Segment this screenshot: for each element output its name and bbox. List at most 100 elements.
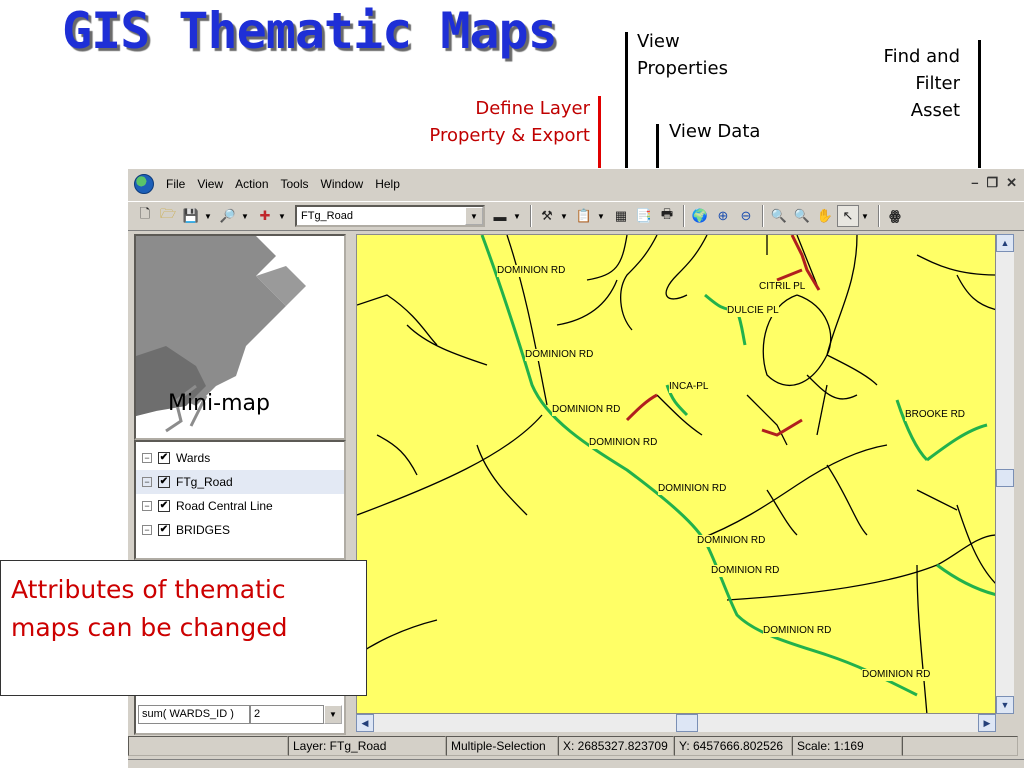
road-label: INCA-PL: [669, 381, 709, 393]
layer-checkbox[interactable]: ✔: [158, 500, 170, 512]
map-vertical-scrollbar[interactable]: ▲ ▼: [996, 234, 1014, 714]
magnify-icon[interactable]: 🔍: [768, 205, 790, 227]
status-layer: Layer: FTg_Road: [288, 736, 446, 756]
status-x-coordinate: X: 2685327.823709: [558, 736, 674, 756]
chevron-down-icon[interactable]: ▼: [465, 207, 483, 225]
menu-window[interactable]: Window: [315, 177, 370, 191]
tree-expand-icon[interactable]: −: [142, 477, 152, 487]
tree-expand-icon[interactable]: −: [142, 453, 152, 463]
chevron-down-icon[interactable]: ▼: [324, 705, 342, 724]
horizontal-scroll-thumb[interactable]: [676, 714, 698, 732]
status-y-coordinate: Y: 6457666.802526: [674, 736, 792, 756]
road-label: DOMINION RD: [552, 404, 621, 416]
road-label: DOMINION RD: [589, 437, 658, 449]
view-properties-icon[interactable]: 📋: [573, 205, 595, 227]
status-extra: [902, 736, 1018, 756]
pan-hand-icon[interactable]: ✋: [814, 205, 836, 227]
view-data-annotation: View Data: [669, 121, 761, 142]
road-label: DOMINION RD: [763, 625, 832, 637]
scroll-down-icon[interactable]: ▼: [996, 696, 1014, 714]
zoom-in-icon[interactable]: ⊕: [712, 205, 734, 227]
road-label: DOMINION RD: [497, 265, 566, 277]
zoom-out-icon[interactable]: ⊖: [735, 205, 757, 227]
map-horizontal-scrollbar[interactable]: ◀ ▶: [356, 714, 996, 732]
toolbar-separator: [683, 205, 685, 227]
toolbar-separator: [530, 205, 532, 227]
save-icon[interactable]: 💾: [180, 205, 202, 227]
vertical-scroll-thumb[interactable]: [996, 469, 1014, 487]
layer-name: FTg_Road: [176, 475, 233, 489]
road-network: [357, 235, 995, 713]
report-icon[interactable]: 📑: [633, 205, 655, 227]
tree-expand-icon[interactable]: −: [142, 501, 152, 511]
layer-checkbox[interactable]: ✔: [158, 524, 170, 536]
tree-expand-icon[interactable]: −: [142, 525, 152, 535]
layer-row-ftg-road[interactable]: − ✔ FTg_Road: [136, 470, 344, 494]
view-properties-annotation: View Properties: [637, 31, 728, 79]
menu-action[interactable]: Action: [229, 177, 274, 191]
road-label: CITRIL PL: [759, 281, 806, 293]
callout-box: Attributes of thematic maps can be chang…: [0, 560, 367, 696]
new-document-icon[interactable]: 🗋: [134, 205, 156, 227]
close-icon[interactable]: ✕: [1006, 175, 1017, 191]
mini-map-annotation: Mini-map: [168, 391, 270, 416]
define-layer-annotation: Define Layer Property & Export: [429, 98, 590, 146]
scroll-up-icon[interactable]: ▲: [996, 234, 1014, 252]
map-view[interactable]: DOMINION RD DOMINION RD CITRIL PL DULCIE…: [356, 234, 996, 714]
save-dropdown-icon[interactable]: ▼: [203, 205, 213, 227]
globe-app-icon: [134, 174, 154, 194]
find-filter-annotation: Find and Filter Asset: [883, 46, 960, 121]
menu-tools[interactable]: Tools: [275, 177, 315, 191]
add-layer-icon[interactable]: ✚: [254, 205, 276, 227]
minimize-icon[interactable]: –: [971, 175, 978, 191]
scroll-right-icon[interactable]: ▶: [978, 714, 996, 732]
add-layer-dropdown-icon[interactable]: ▼: [277, 205, 287, 227]
view-properties-dropdown-icon[interactable]: ▼: [596, 205, 606, 227]
active-layer-value: FTg_Road: [301, 210, 353, 222]
active-layer-select[interactable]: FTg_Road ▼: [295, 205, 485, 227]
status-bar: Layer: FTg_Road Multiple-Selection X: 26…: [128, 735, 1024, 757]
road-label: DOMINION RD: [697, 535, 766, 547]
status-spacer: [128, 736, 288, 756]
print-icon[interactable]: 🖶: [656, 205, 678, 227]
select-dropdown-icon[interactable]: ▼: [860, 205, 870, 227]
toolbar-separator: [762, 205, 764, 227]
search-tool-icon[interactable]: 🔎: [217, 205, 239, 227]
menu-view[interactable]: View: [191, 177, 229, 191]
main-toolbar: 🗋 🗁 💾 ▼ 🔎 ▼ ✚ ▼ FTg_Road ▼ ▬ ▼ ⚒ ▼ 📋 ▼ ▦…: [128, 201, 1024, 231]
sum-expression: sum( WARDS_ID ): [138, 705, 250, 724]
slide-title: GIS Thematic Maps: [62, 2, 558, 60]
magnify-select-icon[interactable]: 🔍: [791, 205, 813, 227]
search-dropdown-icon[interactable]: ▼: [240, 205, 250, 227]
scroll-left-icon[interactable]: ◀: [356, 714, 374, 732]
open-folder-icon[interactable]: 🗁: [157, 205, 179, 227]
restore-icon[interactable]: ❐: [986, 175, 998, 191]
road-label: DULCIE PL: [727, 305, 779, 317]
view-data-table-icon[interactable]: ▦: [610, 205, 632, 227]
layer-row-road-central-line[interactable]: − ✔ Road Central Line: [136, 494, 344, 518]
road-label: DOMINION RD: [525, 349, 594, 361]
road-label: DOMINION RD: [658, 483, 727, 495]
layer-checkbox[interactable]: ✔: [158, 476, 170, 488]
layer-row-wards[interactable]: − ✔ Wards: [136, 446, 344, 470]
define-layer-dropdown-icon[interactable]: ▼: [559, 205, 569, 227]
road-label: DOMINION RD: [711, 565, 780, 577]
road-label: BROOKE RD: [905, 409, 966, 421]
road-label: DOMINION RD: [862, 669, 931, 681]
select-pointer-icon[interactable]: ↖: [837, 205, 859, 227]
toolbar-separator: [878, 205, 880, 227]
layer-row-bridges[interactable]: − ✔ BRIDGES: [136, 518, 344, 542]
globe-full-extent-icon[interactable]: 🌍: [689, 205, 711, 227]
layer-list: − ✔ Wards − ✔ FTg_Road − ✔ Road Central …: [134, 440, 346, 560]
layer-name: Road Central Line: [176, 499, 273, 513]
layer-name: Wards: [176, 451, 211, 465]
define-layer-property-icon[interactable]: ⚒: [536, 205, 558, 227]
layer-checkbox[interactable]: ✔: [158, 452, 170, 464]
binoculars-find-icon[interactable]: ꙮ: [884, 205, 906, 227]
remove-layer-dropdown-icon[interactable]: ▼: [512, 205, 522, 227]
status-scale: Scale: 1:169: [792, 736, 902, 756]
status-mode: Multiple-Selection: [446, 736, 558, 756]
remove-layer-icon[interactable]: ▬: [489, 205, 511, 227]
menu-help[interactable]: Help: [369, 177, 406, 191]
menu-file[interactable]: File: [160, 177, 191, 191]
